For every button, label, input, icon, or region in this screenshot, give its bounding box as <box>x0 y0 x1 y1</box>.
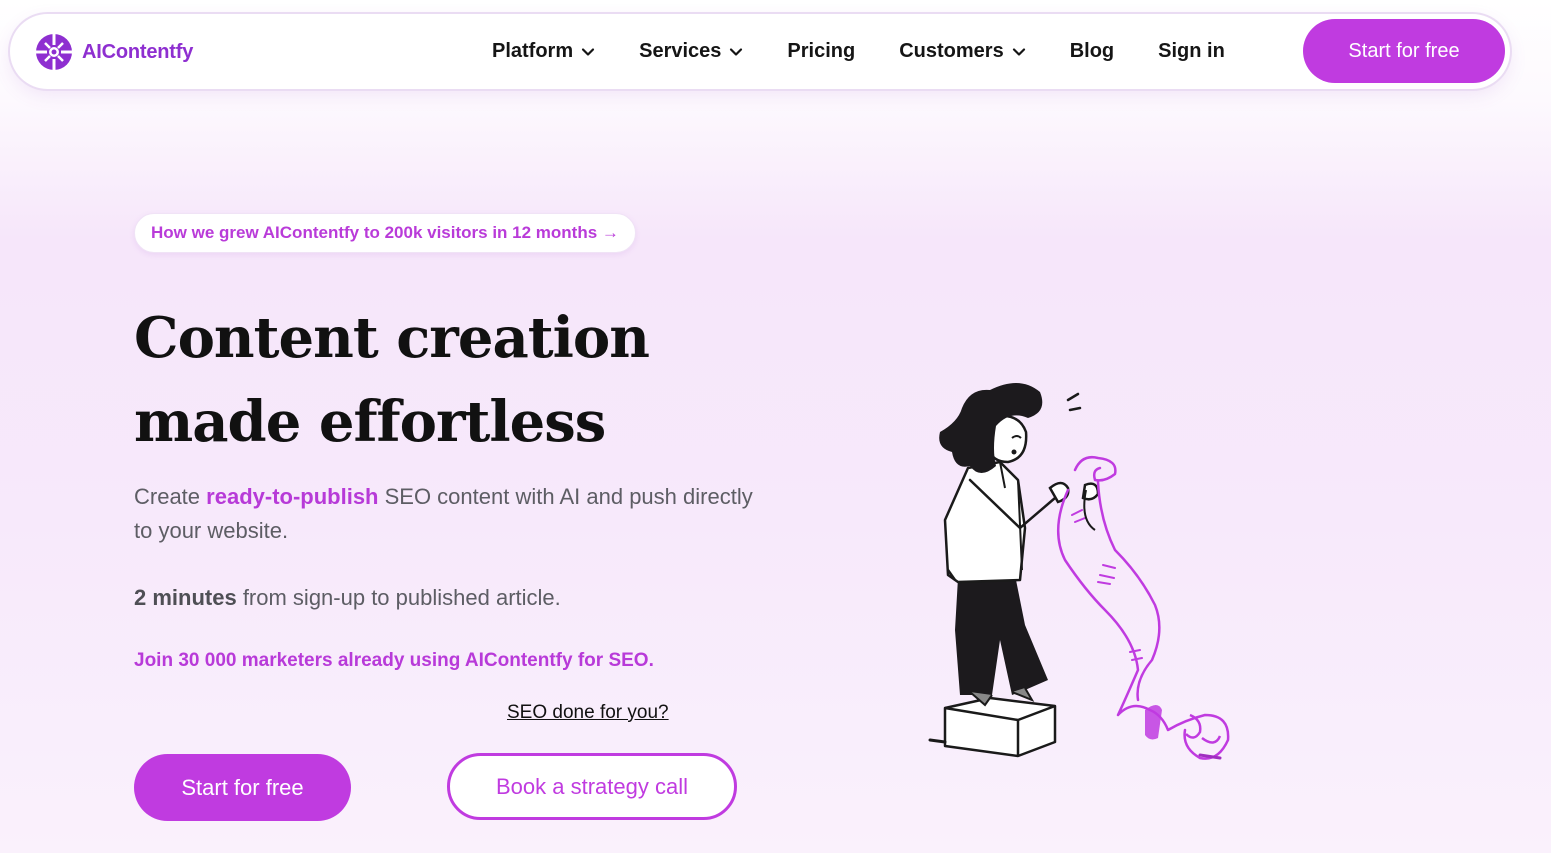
nav-item-customers[interactable]: Customers <box>899 40 1025 63</box>
chevron-down-icon <box>730 47 743 56</box>
nav-item-label: Sign in <box>1158 40 1225 62</box>
nav-item-sign-in[interactable]: Sign in <box>1158 40 1225 63</box>
box-shape <box>943 696 1057 758</box>
chevron-down-icon <box>582 47 595 56</box>
nav-item-blog[interactable]: Blog <box>1070 40 1114 63</box>
nav-item-label: Pricing <box>787 40 856 62</box>
nav-item-label: Customers <box>899 40 1004 62</box>
chevron-down-icon <box>1012 47 1025 56</box>
nav-item-pricing[interactable]: Pricing <box>787 40 855 63</box>
nav-item-label: Services <box>639 40 722 62</box>
minutes-rest: from sign-up to published article. <box>236 585 561 610</box>
aicontentfy-logo-icon <box>36 34 72 70</box>
desc-highlight: ready-to-publish <box>206 484 379 509</box>
nav-item-services[interactable]: Services <box>639 40 743 63</box>
main-menu: Platform Services Pricing Customers Blog… <box>492 14 1225 89</box>
social-proof-text: Join 30 000 marketers already using AICo… <box>134 650 654 671</box>
brand-name: AIContentfy <box>82 40 194 63</box>
announcement-pill[interactable]: How we grew AIContentfy to 200k visitors… <box>134 213 636 253</box>
brand-logo[interactable]: AIContentfy <box>34 32 193 72</box>
nav-item-platform[interactable]: Platform <box>492 40 595 63</box>
hair-shape <box>939 382 1043 473</box>
hero-description: Create ready-to-publish SEO content with… <box>134 480 754 548</box>
pants-shape <box>955 575 1048 695</box>
hero-start-for-free-button[interactable]: Start for free <box>134 754 351 821</box>
woman-reading-scroll-illustration <box>928 382 1230 760</box>
nav-start-for-free-button[interactable]: Start for free <box>1303 19 1505 83</box>
hero-title: Content creation made effortless <box>134 305 650 455</box>
desc-prefix: Create <box>134 484 207 509</box>
seo-done-for-you-link[interactable]: SEO done for you? <box>507 702 669 724</box>
book-strategy-call-button[interactable]: Book a strategy call <box>447 753 737 820</box>
nav-item-label: Blog <box>1069 40 1115 62</box>
nav-item-label: Platform <box>492 40 574 62</box>
signup-time-note: 2 minutes from sign-up to published arti… <box>134 581 561 615</box>
top-navbar: AIContentfy Platform Services Pricing Cu… <box>10 14 1510 89</box>
minutes-bold: 2 minutes <box>134 585 237 610</box>
